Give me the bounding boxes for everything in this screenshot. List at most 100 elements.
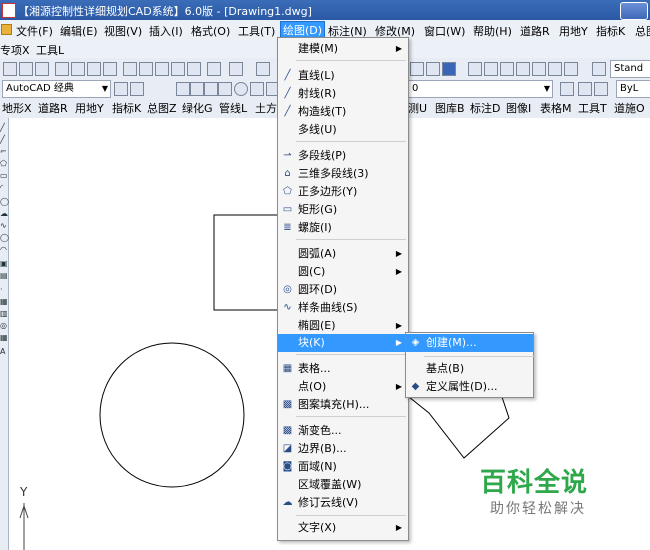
app-icon[interactable]	[2, 3, 16, 18]
plot-icon[interactable]	[103, 62, 117, 76]
menu-window[interactable]: 窗口(W)	[424, 23, 465, 39]
tb-terrain[interactable]: 地形X	[2, 100, 32, 116]
make-block-icon[interactable]: ▤	[0, 272, 8, 280]
insert-block-icon[interactable]: ▣	[0, 260, 8, 268]
circle-icon[interactable]: ◯	[0, 198, 9, 206]
draw-menu-line[interactable]: ╱ 直线(L)	[278, 67, 408, 85]
block-menu-define-attribute[interactable]: ◆ 定义属性(D)...	[406, 378, 533, 396]
layer-previous-icon[interactable]	[560, 82, 574, 96]
menu-special[interactable]: 专项X	[0, 42, 30, 58]
save-icon[interactable]	[35, 62, 49, 76]
drawn-circle[interactable]	[99, 342, 245, 488]
draw-menu-gradient[interactable]: ▩ 渐变色...	[278, 422, 408, 440]
pan-icon[interactable]	[256, 62, 270, 76]
menu-tools-l[interactable]: 工具L	[36, 42, 64, 58]
preview-icon[interactable]	[71, 62, 85, 76]
menu-road[interactable]: 道路R	[520, 23, 550, 39]
tablestyle-icon[interactable]	[500, 62, 514, 76]
ellipse-icon[interactable]: ◯	[0, 234, 9, 242]
menu-general[interactable]: 总图	[635, 23, 650, 39]
menu-app-icon[interactable]	[1, 24, 12, 35]
draw-menu-arc[interactable]: 圆弧(A) ▶	[278, 245, 408, 263]
menu-index[interactable]: 指标K	[596, 23, 625, 39]
draw-menu-circle[interactable]: 圆(C) ▶	[278, 263, 408, 281]
menu-insert[interactable]: 插入(I)	[149, 23, 183, 39]
draw-menu-revcloud[interactable]: ☁ 修订云线(V)	[278, 494, 408, 512]
region-icon[interactable]: ◎	[0, 322, 7, 330]
xline-icon[interactable]: ╱	[0, 136, 7, 144]
circle-tool-icon[interactable]	[234, 82, 248, 96]
layer-combo[interactable]: 0 ▼	[408, 80, 553, 98]
ellipse-arc-icon[interactable]: ◠	[0, 246, 7, 254]
block-icon[interactable]	[548, 62, 562, 76]
menu-tools[interactable]: 工具(T)	[238, 23, 275, 39]
attribute-icon[interactable]	[532, 62, 546, 76]
ortho-tool-icon[interactable]	[204, 82, 218, 96]
matchprop-icon[interactable]	[171, 62, 185, 76]
line-icon[interactable]: ╱	[0, 124, 7, 132]
polyline-tool-icon[interactable]	[218, 82, 232, 96]
markup-icon[interactable]	[426, 62, 440, 76]
tb-earthwork[interactable]: 土方	[255, 100, 277, 116]
menu-format[interactable]: 格式(O)	[191, 23, 230, 39]
draw-menu-table[interactable]: ▦ 表格...	[278, 360, 408, 378]
polyline-icon[interactable]: ⌐	[0, 148, 7, 156]
draw-menu-mline[interactable]: 多线(U)	[278, 121, 408, 139]
hatch-icon[interactable]: ▦	[0, 298, 8, 306]
textstyle-combo[interactable]: Stand	[610, 60, 650, 78]
spline-icon[interactable]: ∿	[0, 222, 7, 230]
arc-tool-icon[interactable]	[250, 82, 264, 96]
xline-tool-icon[interactable]	[190, 82, 204, 96]
menu-file[interactable]: 文件(F)	[16, 23, 53, 39]
menu-help[interactable]: 帮助(H)	[473, 23, 512, 39]
color-combo[interactable]: ByL	[616, 80, 650, 98]
open-icon[interactable]	[19, 62, 33, 76]
rectangle-icon[interactable]: ▭	[0, 172, 8, 180]
tb-library[interactable]: 图库B	[435, 100, 465, 116]
draw-menu-wipeout[interactable]: 区域覆盖(W)	[278, 476, 408, 494]
tb-annotate[interactable]: 标注D	[470, 100, 500, 116]
layer-match-icon[interactable]	[578, 82, 592, 96]
cut-icon[interactable]	[123, 62, 137, 76]
text-icon[interactable]: A	[0, 348, 7, 356]
help-icon[interactable]	[442, 62, 456, 76]
drawn-polygon[interactable]	[403, 387, 510, 459]
draw-menu-text[interactable]: 文字(X) ▶	[278, 519, 408, 537]
new-icon[interactable]	[3, 62, 17, 76]
arc-icon[interactable]: ◜	[0, 184, 7, 192]
print-icon[interactable]	[55, 62, 69, 76]
draw-menu-ray[interactable]: ╱ 射线(R)	[278, 85, 408, 103]
draw-menu-modeling[interactable]: 建模(M) ▶	[278, 40, 408, 58]
minimize-button[interactable]	[620, 2, 648, 20]
tb-roadwork[interactable]: 道施O	[614, 100, 645, 116]
tb-image[interactable]: 图像I	[506, 100, 531, 116]
menu-landuse[interactable]: 用地Y	[559, 23, 588, 39]
gradient-icon[interactable]: ▥	[0, 310, 8, 318]
block-menu-create[interactable]: ◈ 创建(M)...	[406, 334, 533, 352]
point-icon[interactable]: ·	[0, 286, 7, 294]
draw-menu-ellipse[interactable]: 椭圆(E) ▶	[278, 317, 408, 335]
draw-menu-point[interactable]: 点(O) ▶	[278, 378, 408, 396]
workspace-settings-icon[interactable]	[114, 82, 128, 96]
menu-edit[interactable]: 编辑(E)	[60, 23, 98, 39]
draw-menu-donut[interactable]: ◎ 圆环(D)	[278, 281, 408, 299]
tb-measure[interactable]: 测U	[408, 100, 427, 116]
workspace-combo[interactable]: AutoCAD 经典 ▼	[2, 80, 111, 98]
copy-icon[interactable]	[139, 62, 153, 76]
dimstyle-icon[interactable]	[484, 62, 498, 76]
draw-menu-rectangle[interactable]: ▭ 矩形(G)	[278, 201, 408, 219]
draw-menu-hatch[interactable]: ▩ 图案填充(H)...	[278, 396, 408, 414]
revcloud-icon[interactable]: ☁	[0, 210, 8, 218]
tb-road[interactable]: 道路R	[38, 100, 68, 116]
polygon-icon[interactable]: ⬠	[0, 160, 7, 168]
draw-menu-block[interactable]: 块(K) ▶	[278, 334, 408, 352]
menu-view[interactable]: 视图(V)	[104, 23, 142, 39]
block-menu-basepoint[interactable]: 基点(B)	[406, 360, 533, 378]
tb-table[interactable]: 表格M	[540, 100, 572, 116]
mleaderstyle-icon[interactable]	[516, 62, 530, 76]
tb-pipeline[interactable]: 管线L	[219, 100, 247, 116]
insert-icon[interactable]	[564, 62, 578, 76]
draw-menu-polyline[interactable]: ⇀ 多段线(P)	[278, 147, 408, 165]
tb-index[interactable]: 指标K	[112, 100, 141, 116]
layer-iso-icon[interactable]	[594, 82, 608, 96]
